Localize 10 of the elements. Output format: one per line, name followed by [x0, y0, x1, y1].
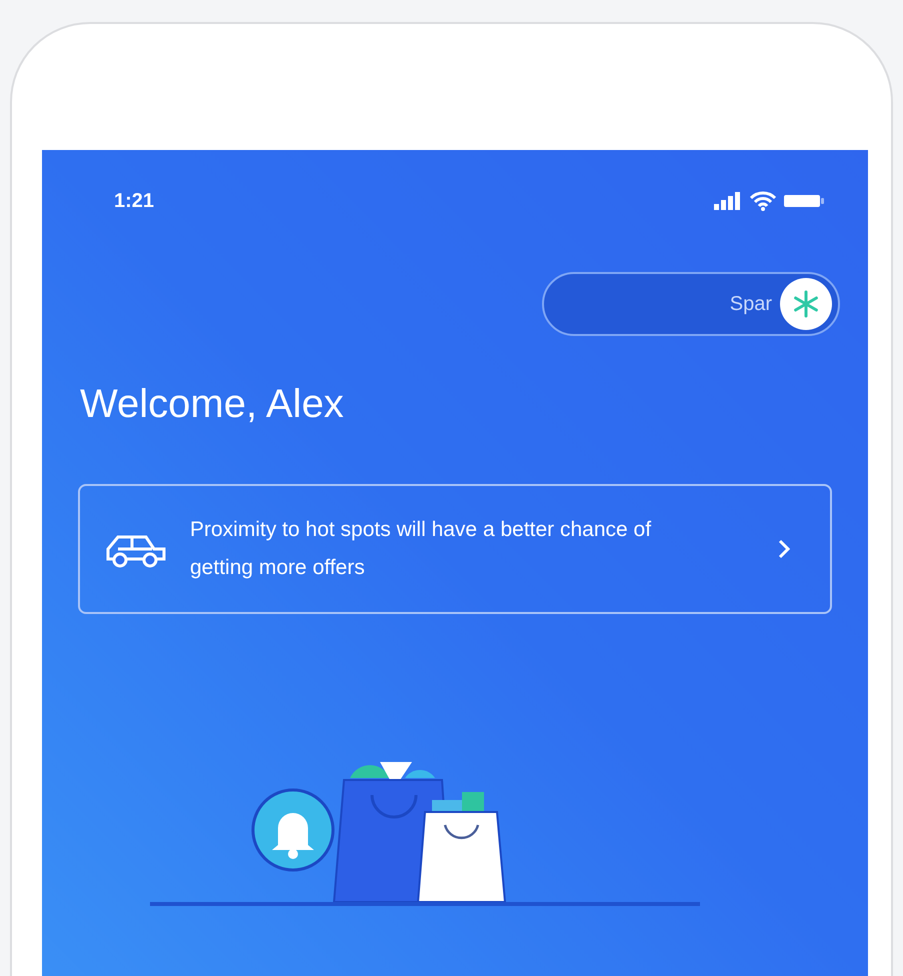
tip-text: Proximity to hot spots will have a better chance of getting more offers [190, 517, 652, 581]
welcome-heading: Welcome, Alex [80, 384, 345, 424]
chevron-right-icon [778, 539, 790, 559]
tip-card[interactable]: Proximity to hot spots will have a better chance of getting more offers [78, 484, 832, 614]
toggle-switch[interactable]: Spar [542, 272, 840, 336]
snowflake-icon [791, 289, 821, 319]
battery-icon [784, 193, 824, 209]
wifi-icon [750, 191, 776, 211]
status-time: 1:21 [114, 189, 154, 214]
signal-icon [714, 192, 742, 210]
